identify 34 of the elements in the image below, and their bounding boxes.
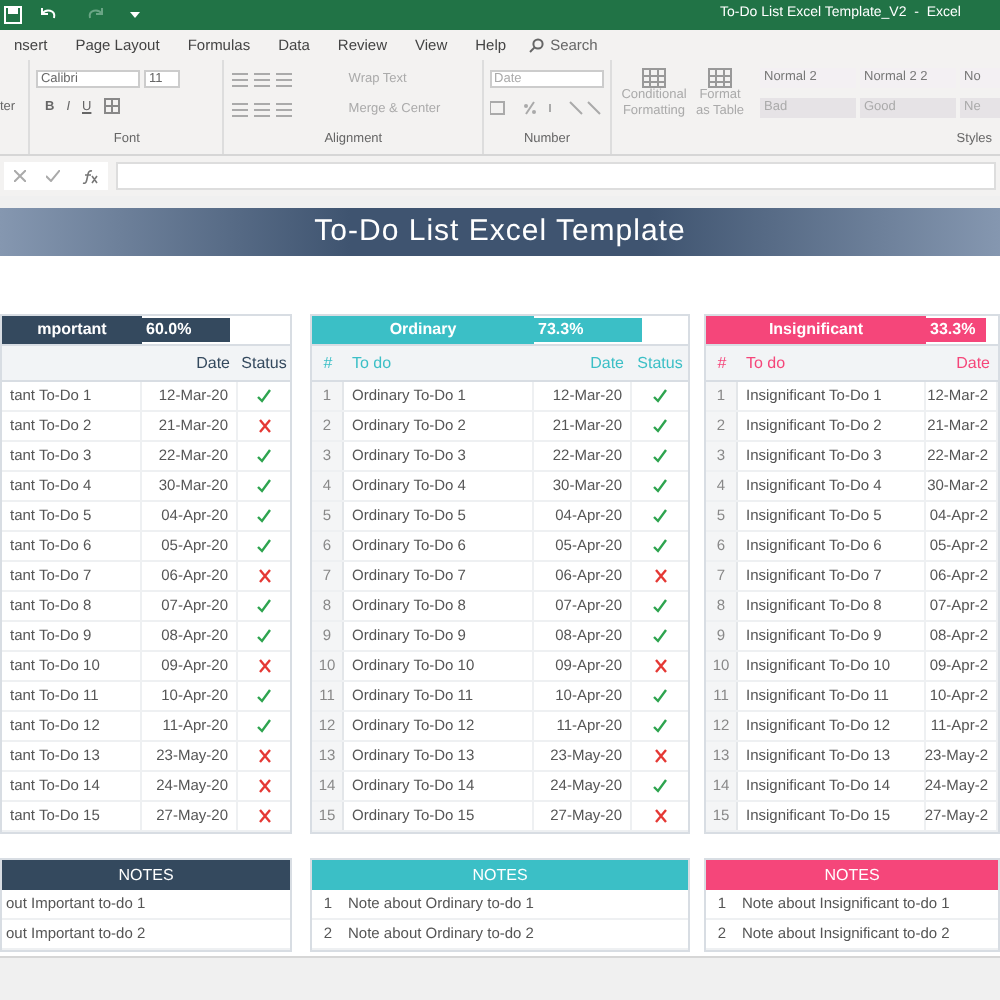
search-icon (528, 37, 545, 53)
column-header: Date (956, 351, 990, 375)
formula-bar[interactable] (116, 162, 996, 190)
column-header: Status (637, 351, 683, 375)
column-header: To do (352, 351, 392, 375)
list-title: Ordinary (312, 316, 534, 344)
notes-header: NOTES (2, 860, 290, 890)
indent-icon[interactable] (232, 101, 293, 118)
cancel-icon[interactable] (14, 170, 27, 182)
percent-value: 60.0% (146, 318, 192, 342)
align-icon[interactable] (232, 71, 293, 88)
column-header: To do (746, 351, 786, 375)
customize-icon[interactable] (130, 10, 140, 20)
column-header: # (717, 351, 727, 375)
undo-icon[interactable] (38, 6, 58, 24)
column-header: Status (241, 351, 287, 375)
column-header: # (323, 351, 333, 375)
borders-icon[interactable] (103, 98, 120, 114)
number-format-icon[interactable] (490, 100, 603, 116)
banner-title: To-Do List Excel Template (314, 211, 686, 252)
enter-icon[interactable] (46, 170, 61, 182)
percent-value: 73.3% (538, 318, 584, 342)
list-title: Insignificant (706, 316, 926, 344)
percent-value: 33.3% (930, 318, 976, 342)
notes-header: NOTES (706, 860, 998, 890)
table-grid-icon[interactable] (642, 68, 666, 88)
column-header: Date (196, 351, 230, 375)
redo-icon[interactable] (86, 6, 106, 24)
function-icon[interactable] (81, 169, 98, 183)
table-grid-icon[interactable] (708, 68, 732, 88)
save-icon[interactable] (4, 6, 22, 24)
notes-header: NOTES (312, 860, 688, 890)
column-header: Date (590, 351, 624, 375)
list-title: mportant (2, 316, 142, 344)
